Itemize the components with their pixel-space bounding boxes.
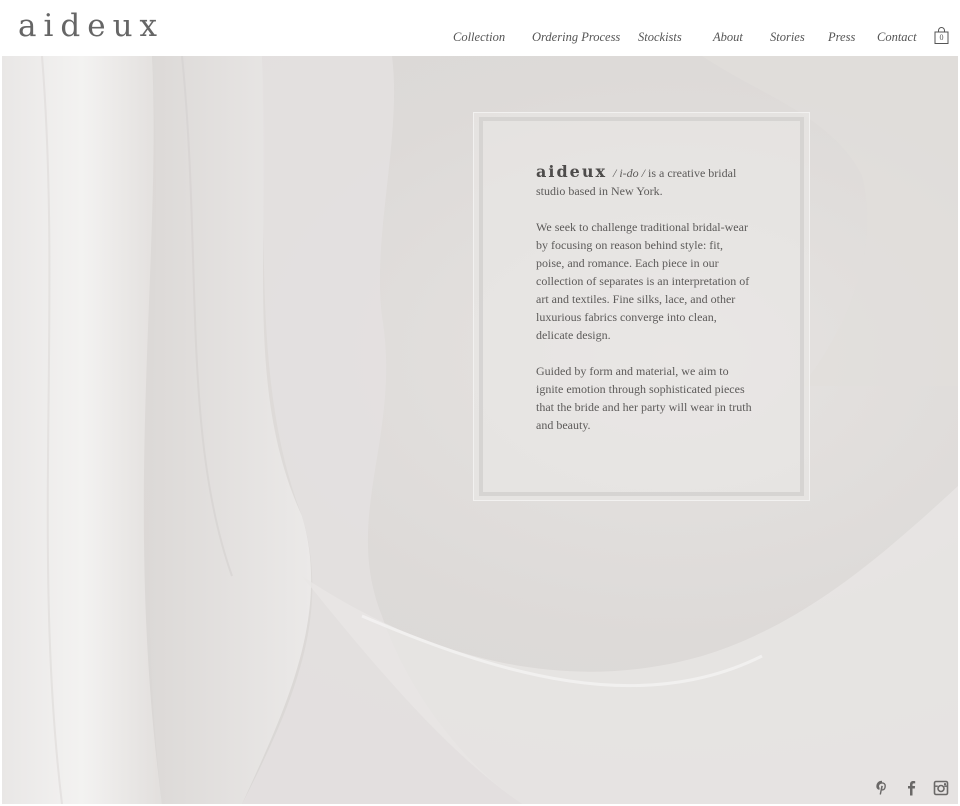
nav-stories[interactable]: Stories: [770, 30, 805, 45]
pronunciation: / i-do /: [612, 166, 645, 180]
mission-paragraph: We seek to challenge traditional bridal-…: [536, 220, 750, 342]
about-panel: aideux / i-do / is a creative bridal stu…: [473, 112, 810, 501]
instagram-icon: [933, 780, 949, 796]
hero-image: aideux / i-do / is a creative bridal stu…: [2, 56, 958, 804]
facebook-icon: [908, 781, 916, 796]
nav-press[interactable]: Press: [828, 30, 855, 45]
main-nav: Collection Ordering Process Stockists Ab…: [0, 30, 960, 46]
facebook-link[interactable]: [903, 780, 919, 796]
nav-ordering-process[interactable]: Ordering Process: [532, 30, 620, 45]
cart-count: 0: [939, 33, 944, 42]
nav-about[interactable]: About: [713, 30, 743, 45]
nav-contact[interactable]: Contact: [877, 30, 917, 45]
instagram-link[interactable]: [933, 780, 949, 796]
shopping-bag-button[interactable]: 0: [934, 27, 949, 44]
intro-paragraph: aideux / i-do / is a creative bridal stu…: [536, 163, 752, 200]
pinterest-icon: [876, 780, 886, 795]
site-header: aideux Collection Ordering Process Stock…: [0, 0, 960, 56]
pinterest-link[interactable]: [874, 780, 890, 796]
closing-paragraph: Guided by form and material, we aim to i…: [536, 364, 752, 432]
brand-name: aideux: [536, 162, 607, 181]
nav-stockists[interactable]: Stockists: [638, 30, 682, 45]
about-text: aideux / i-do / is a creative bridal stu…: [536, 163, 752, 452]
nav-collection[interactable]: Collection: [453, 30, 505, 45]
